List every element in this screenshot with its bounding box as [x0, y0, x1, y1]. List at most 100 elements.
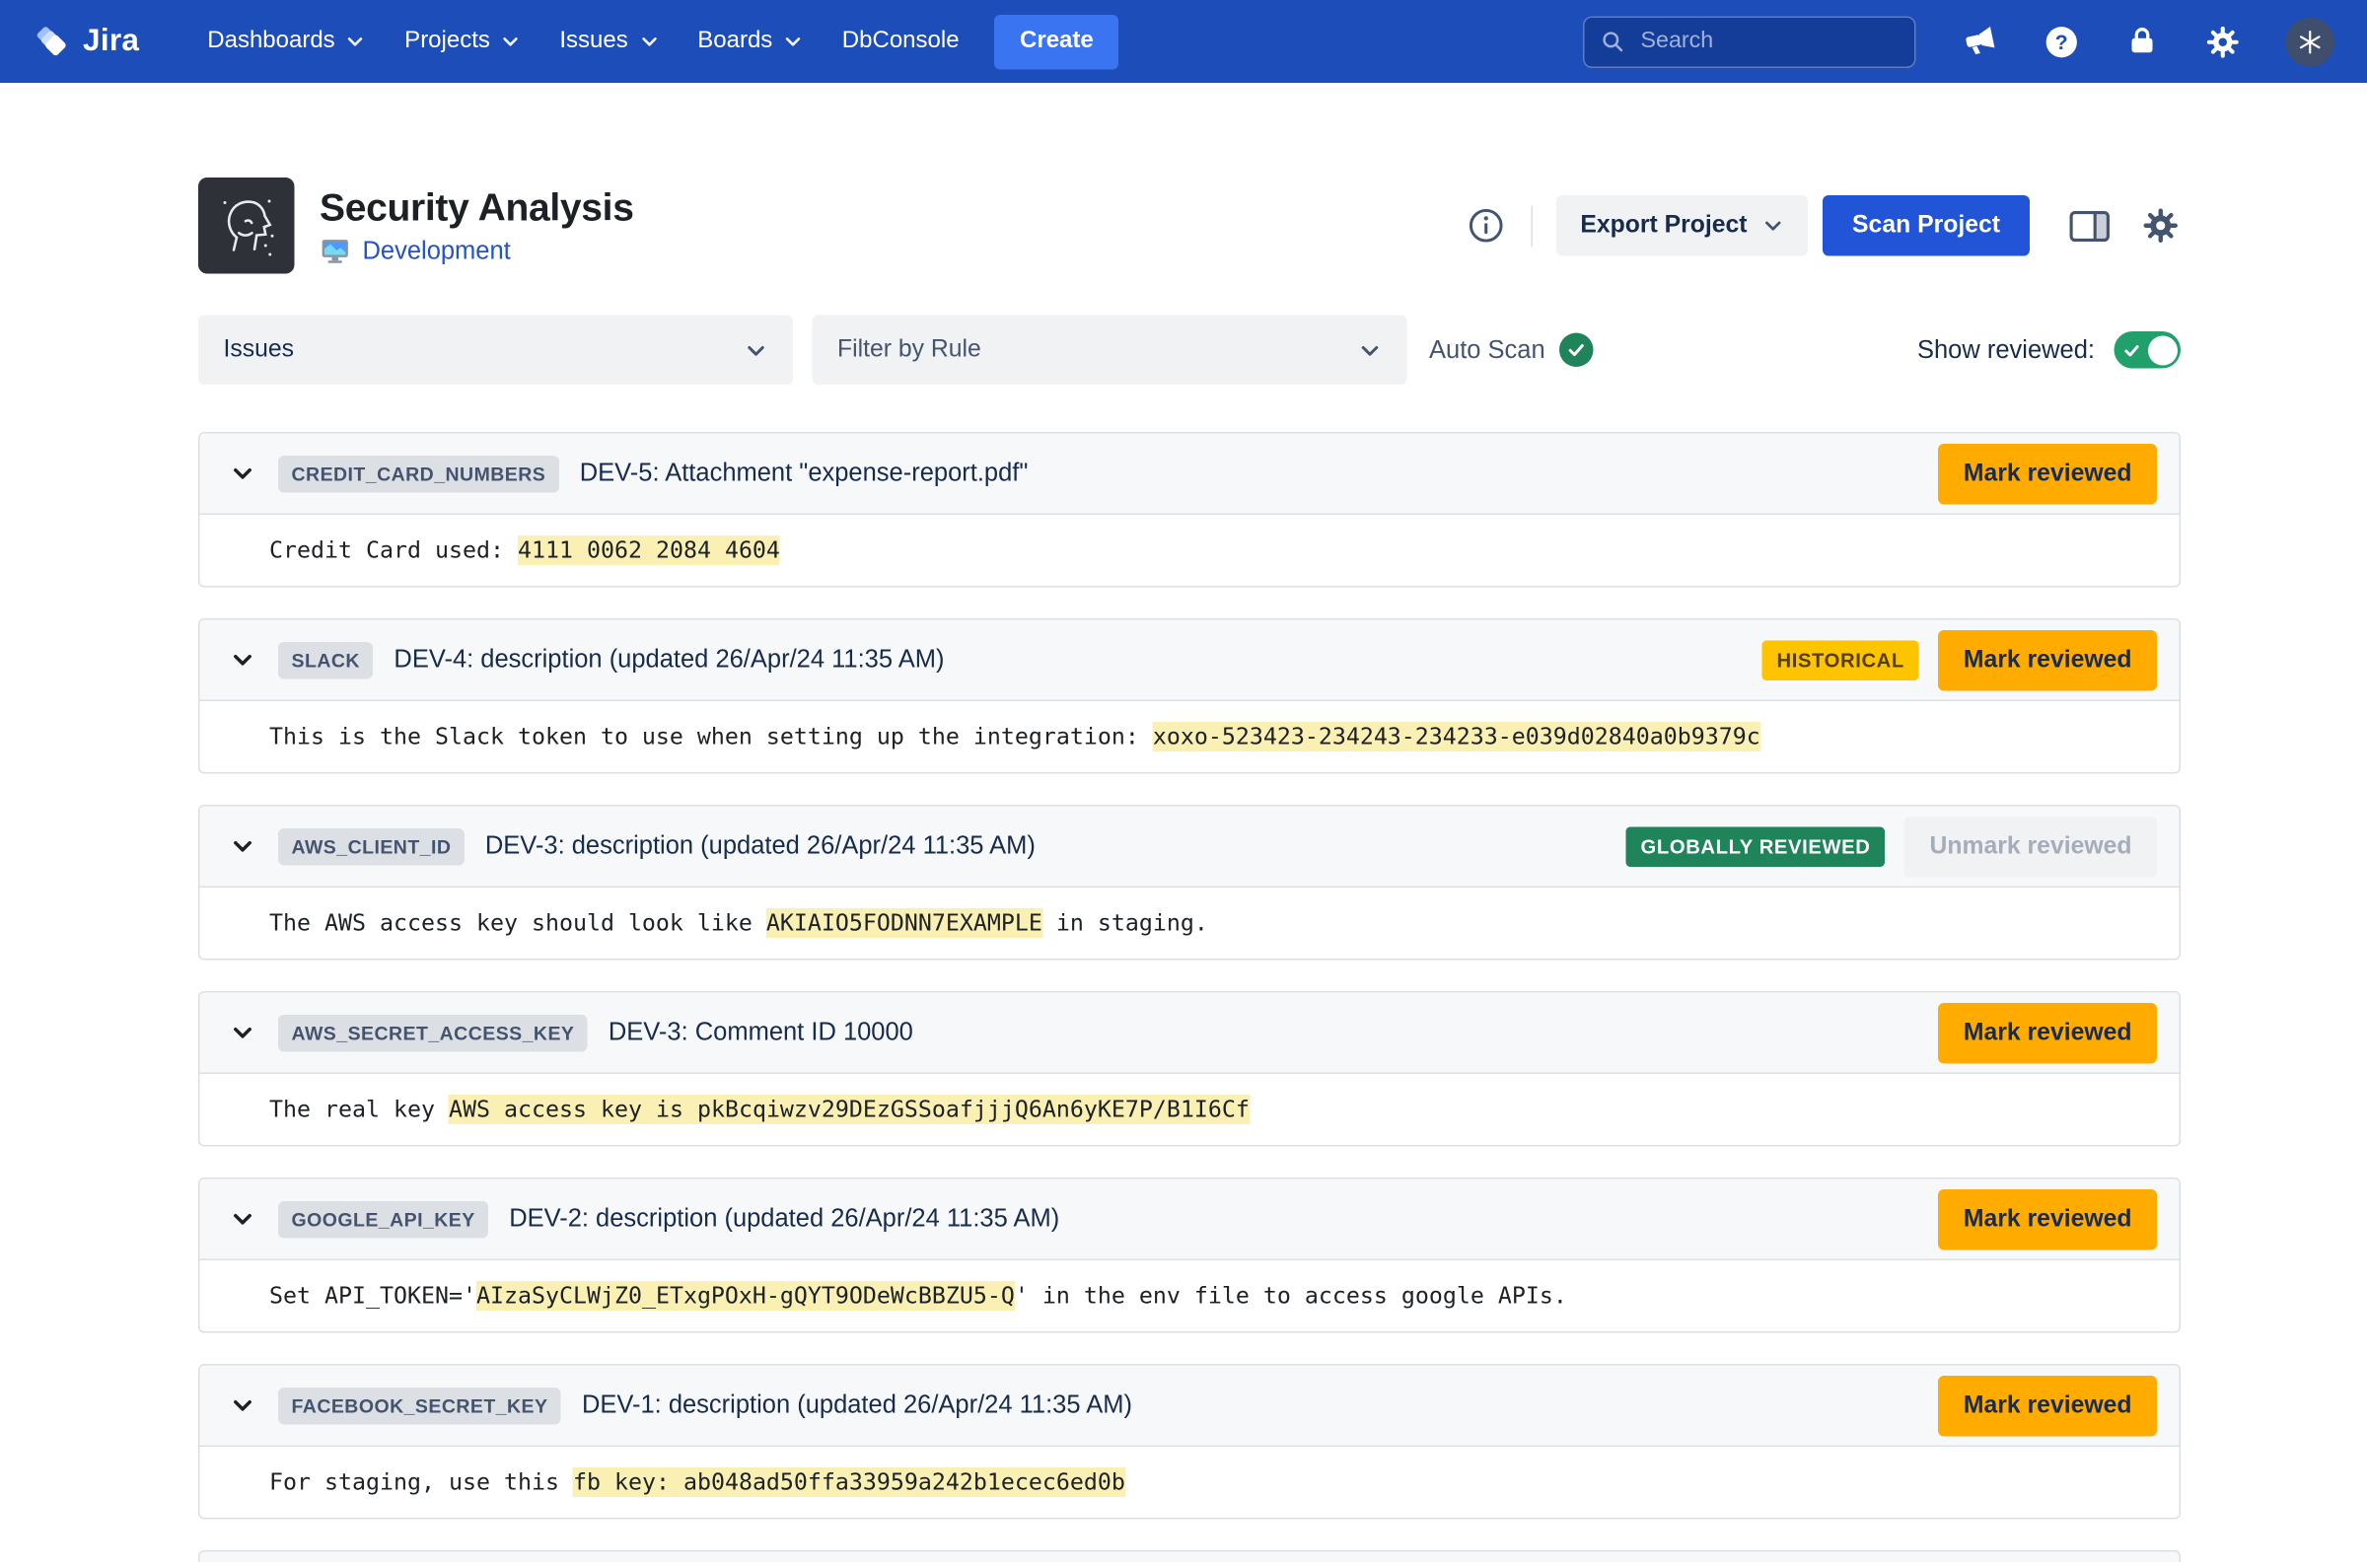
secret-highlight: xoxo-523423-234243-234233-e039d02840a0b9… [1153, 722, 1760, 751]
announcement-icon[interactable] [1961, 23, 1999, 61]
finding-body: For staging, use this fb key: ab048ad50f… [200, 1447, 2180, 1518]
body-text: ' in the env file to access google APIs. [1015, 1283, 1567, 1310]
chevron-down-icon [638, 32, 659, 52]
lock-icon[interactable] [2124, 24, 2160, 59]
nav-item-label: Dashboards [207, 29, 334, 55]
nav-menu: Dashboards Projects Issues Boards DbCons… [189, 17, 976, 67]
review-button[interactable]: Unmark reviewed [1904, 816, 2157, 877]
secret-highlight: AWS access key is pkBcqiwzv29DEzGSSoafjj… [449, 1095, 1250, 1124]
create-button[interactable]: Create [995, 14, 1119, 69]
monitor-icon [320, 236, 351, 267]
rule-filter-label: Filter by Rule [837, 336, 981, 365]
finding-card: FACEBOOK_SECRET_KEY DEV-1: description (… [198, 1364, 2181, 1520]
nav-item[interactable]: Issues [541, 17, 677, 67]
rule-badge: FACEBOOK_SECRET_KEY [278, 1387, 561, 1424]
review-button[interactable]: Mark reviewed [1938, 1375, 2157, 1436]
show-reviewed-label: Show reviewed: [1917, 335, 2095, 365]
page-header-left: Security Analysis Development [198, 178, 634, 274]
collapse-chevron-icon[interactable] [228, 645, 257, 675]
collapse-chevron-icon[interactable] [228, 1204, 257, 1234]
show-reviewed-toggle[interactable] [2115, 331, 2182, 369]
nav-item[interactable]: DbConsole [825, 17, 977, 67]
finding-title: DEV-1: description (updated 26/Apr/24 11… [582, 1390, 1132, 1420]
finding-card: CREDIT_CARD_NUMBERS DEV-5: Attachment "e… [198, 432, 2181, 588]
finding-card: SLACK DEV-4: description (updated 26/Apr… [198, 618, 2181, 774]
issues-dropdown[interactable]: Issues [198, 316, 793, 386]
nav-item[interactable]: Boards [680, 17, 822, 67]
finding-card-header: SLACK DEV-4: description (updated 26/Apr… [200, 620, 2180, 702]
jira-logo-icon [33, 22, 73, 62]
rule-badge: SLACK [278, 641, 373, 678]
search-box[interactable] [1583, 16, 1916, 68]
help-icon[interactable]: ? [2044, 23, 2081, 60]
chevron-down-icon [1358, 338, 1382, 362]
nav-item-label: Projects [404, 29, 490, 55]
finding-header-right: Mark reviewed [1938, 1188, 2157, 1249]
jira-logo[interactable]: Jira [33, 22, 139, 62]
finding-title: DEV-3: Comment ID 10000 [609, 1018, 913, 1047]
collapse-chevron-icon[interactable] [228, 459, 257, 488]
settings-gear-icon[interactable] [2141, 206, 2182, 247]
vertical-divider [1532, 205, 1534, 247]
collapse-chevron-icon[interactable] [228, 1018, 257, 1047]
project-link[interactable]: Development [363, 236, 511, 265]
finding-title: DEV-3: description (updated 26/Apr/24 11… [485, 831, 1036, 861]
collapse-chevron-icon[interactable] [228, 1390, 257, 1420]
body-text: The real key [269, 1097, 449, 1123]
review-button[interactable]: Mark reviewed [1938, 1002, 2157, 1063]
auto-scan-label: Auto Scan [1429, 335, 1545, 365]
body-text: This is the Slack token to use when sett… [269, 724, 1153, 750]
title-block: Security Analysis Development [320, 185, 634, 267]
auto-scan-status: Auto Scan [1429, 333, 1594, 368]
jira-logo-text: Jira [83, 24, 139, 59]
finding-header-right: HISTORICAL Mark reviewed [1762, 629, 2158, 690]
details-panel-icon[interactable] [2068, 206, 2112, 245]
nav-icon-group: ? [1961, 17, 2335, 66]
finding-header-right: Mark reviewed [1938, 1002, 2157, 1063]
finding-header-right: Mark reviewed [1938, 443, 2157, 504]
secret-highlight: fb key: ab048ad50ffa33959a242b1ecec6ed0b [573, 1467, 1125, 1497]
review-button[interactable]: Mark reviewed [1938, 629, 2157, 690]
rule-filter-dropdown[interactable]: Filter by Rule [813, 316, 1407, 386]
main-content: Security Analysis Development [0, 178, 2367, 1562]
project-avatar [198, 178, 295, 274]
finding-card-header: CREDIT_CARD_NUMBERS DEV-5: Attachment "e… [200, 434, 2180, 516]
export-project-button[interactable]: Export Project [1556, 195, 1808, 256]
findings-list: CREDIT_CARD_NUMBERS DEV-5: Attachment "e… [198, 432, 2181, 1520]
auto-scan-check-icon [1560, 333, 1595, 368]
finding-body: Credit Card used: 4111 0062 2084 4604 [200, 515, 2180, 586]
page-header-actions: Export Project Scan Project [1468, 195, 2181, 256]
finding-card: GOOGLE_API_KEY DEV-2: description (updat… [198, 1177, 2181, 1333]
export-project-label: Export Project [1580, 212, 1747, 241]
finding-header-right: Mark reviewed [1938, 1375, 2157, 1436]
search-icon [1600, 29, 1626, 55]
review-button[interactable]: Mark reviewed [1938, 443, 2157, 504]
app-viewport: Jira Dashboards Projects Issues Boards D… [0, 0, 2367, 1568]
scan-project-button[interactable]: Scan Project [1823, 195, 2030, 256]
nav-item[interactable]: Projects [387, 17, 538, 67]
nav-item[interactable]: Dashboards [189, 17, 384, 67]
toggle-knob [2147, 335, 2177, 365]
rule-badge: CREDIT_CARD_NUMBERS [278, 455, 559, 492]
collapse-chevron-icon[interactable] [228, 831, 257, 861]
finding-body: Set API_TOKEN='AIzaSyCLWjZ0_ETxgPOxH-gQY… [200, 1260, 2180, 1331]
user-avatar[interactable] [2286, 17, 2335, 66]
body-text: Set API_TOKEN=' [269, 1283, 476, 1310]
status-chip: HISTORICAL [1762, 640, 1919, 680]
review-button[interactable]: Mark reviewed [1938, 1188, 2157, 1249]
svg-text:?: ? [2055, 31, 2068, 53]
issues-dropdown-label: Issues [224, 336, 295, 365]
finding-title: DEV-4: description (updated 26/Apr/24 11… [394, 645, 944, 675]
info-icon[interactable] [1468, 207, 1505, 245]
chevron-down-icon [345, 32, 366, 52]
settings-gear-icon[interactable] [2204, 23, 2242, 60]
nav-item-label: Boards [697, 29, 772, 55]
filter-row: Issues Filter by Rule Auto Scan Show rev… [198, 316, 2181, 386]
status-chip: GLOBALLY REVIEWED [1626, 826, 1886, 867]
body-text: Credit Card used: [269, 537, 518, 564]
finding-body: This is the Slack token to use when sett… [200, 701, 2180, 772]
chevron-down-icon [500, 32, 521, 52]
search-input[interactable] [1638, 27, 1901, 56]
findings-section: CREDIT_CARD_NUMBERS DEV-5: Attachment "e… [198, 432, 2181, 1562]
page-title: Security Analysis [320, 185, 634, 232]
